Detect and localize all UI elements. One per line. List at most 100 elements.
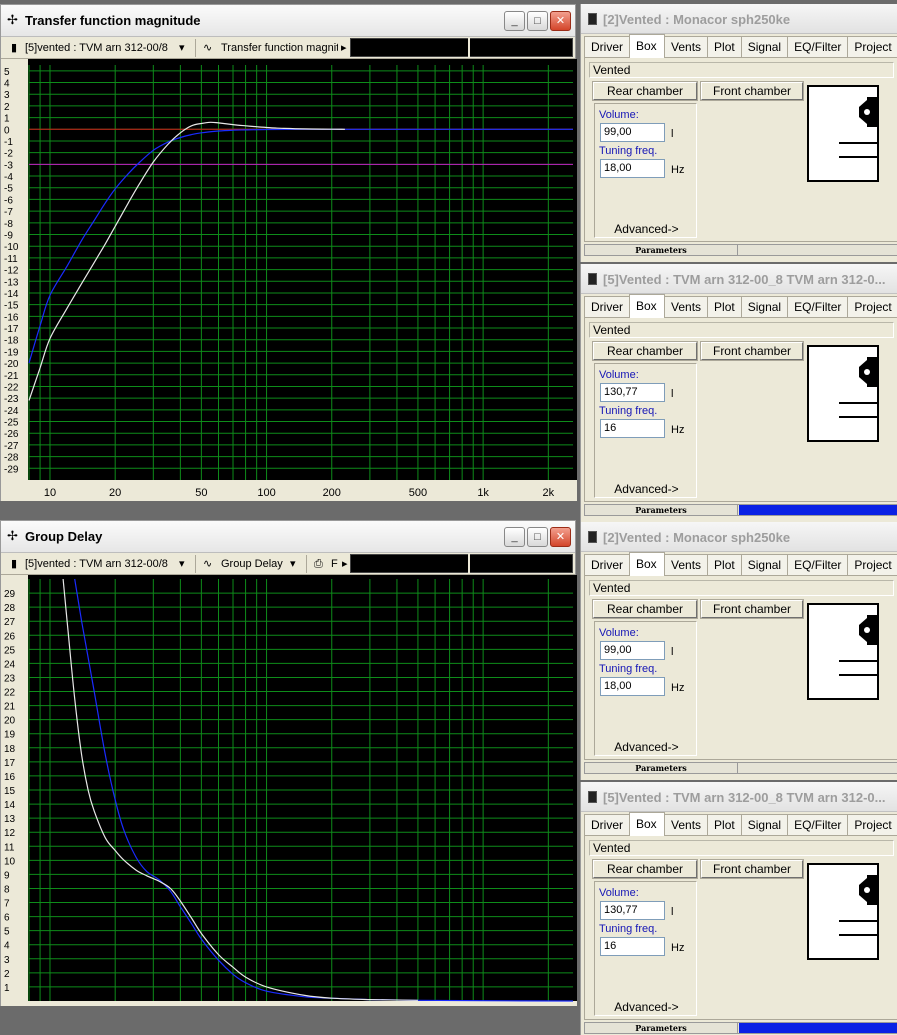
tab-vents[interactable]: Vents [664,296,709,317]
rear-chamber-button[interactable]: Rear chamber [592,859,698,879]
tab-vents[interactable]: Vents [664,36,709,57]
readout-box [350,38,573,57]
tab-plot[interactable]: Plot [707,554,742,575]
print-button[interactable]: F [331,555,338,573]
box-type-field[interactable]: Vented [589,62,894,78]
tab-box[interactable]: Box [629,812,665,836]
front-chamber-button[interactable]: Front chamber [700,341,804,361]
box-panel: [2]Vented : Monacor sph250ke Driver Box Ve… [580,522,897,780]
rear-chamber-button[interactable]: Rear chamber [592,81,698,101]
panel-titlebar[interactable]: [5]Vented : TVM arn 312-00_8 TVM arn 312… [581,782,897,812]
box-type-field[interactable]: Vented [589,580,894,596]
advanced-button[interactable]: Advanced-> [595,1000,698,1014]
parameters-progress [739,763,897,773]
parameters-bar[interactable]: Parameters [584,244,897,256]
tab-project[interactable]: Project [847,296,897,317]
parameters-bar[interactable]: Parameters [584,504,897,516]
tab-plot[interactable]: Plot [707,814,742,835]
panel-titlebar[interactable]: [5]Vented : TVM arn 312-00_8 TVM arn 312… [581,264,897,294]
rear-chamber-button[interactable]: Rear chamber [592,341,698,361]
tuning-input[interactable]: 18,00 [600,677,665,696]
advanced-button[interactable]: Advanced-> [595,482,698,496]
magnitude-plot[interactable]: 5 4 3 2 1 0 -1 -2 -3 -4 -5 -6 -7 -8 -9 -10 -11 -12 -13 -14-… [1,59,577,501]
tab-signal[interactable]: Signal [740,554,789,575]
box-type-field[interactable]: Vented [589,322,894,338]
tab-vents[interactable]: Vents [664,814,709,835]
volume-input[interactable]: 130,77 [600,901,665,920]
tab-vents[interactable]: Vents [664,554,709,575]
tab-plot[interactable]: Plot [707,296,742,317]
front-chamber-button[interactable]: Front chamber [700,859,804,879]
chart-toolbar: ▮ [5]vented : TVM arn 312-00/8 ▾ ∿ Group… [1,553,575,575]
panel-titlebar[interactable]: [2]Vented : Monacor sph250ke [581,522,897,552]
tab-driver[interactable]: Driver [584,296,630,317]
rear-chamber-button[interactable]: Rear chamber [592,599,698,619]
tab-project[interactable]: Project [847,554,897,575]
tab-driver[interactable]: Driver [584,36,630,57]
volume-input[interactable]: 99,00 [600,123,665,142]
chamber-group: Volume: 130,77 l Tuning freq. 16 Hz Adva… [594,881,697,1016]
tab-signal[interactable]: Signal [740,296,789,317]
minimize-button[interactable]: _ [504,527,525,547]
view-select[interactable]: Transfer function magnitu [221,39,338,57]
advanced-button[interactable]: Advanced-> [595,740,698,754]
y-tick-label: 5 [4,67,10,78]
parameters-bar[interactable]: Parameters [584,762,897,774]
panel-titlebar[interactable]: [2]Vented : Monacor sph250ke [581,4,897,34]
parameters-bar[interactable]: Parameters [584,1022,897,1034]
pin-icon[interactable]: ✢ [7,13,18,27]
tab-plot[interactable]: Plot [707,36,742,57]
y-tick-label: -5 [4,184,13,195]
chevron-right-icon[interactable]: ▸ [342,555,348,573]
chamber-group: Volume: 99,00 l Tuning freq. 18,00 Hz Ad… [594,103,697,238]
window-title: Transfer function magnitude [25,13,201,28]
chevron-right-icon[interactable]: ▸ [341,39,347,57]
y-tick-label: -8 [4,219,13,230]
driver-icon: ▮ [11,558,18,570]
enclosure-diagram [807,863,879,960]
y-tick-label: 3 [4,955,10,966]
tab-driver[interactable]: Driver [584,814,630,835]
front-chamber-button[interactable]: Front chamber [700,599,804,619]
chevron-down-icon[interactable]: ▾ [179,555,185,573]
view-select[interactable]: Group Delay [221,555,291,573]
volume-input[interactable]: 99,00 [600,641,665,660]
x-tick-label: 20 [109,487,121,499]
y-tick-label: 1 [4,983,10,994]
tab-box[interactable]: Box [629,552,665,576]
tab-project[interactable]: Project [847,814,897,835]
tab-eqfilter[interactable]: EQ/Filter [787,36,849,57]
tab-signal[interactable]: Signal [740,36,789,57]
tab-eqfilter[interactable]: EQ/Filter [787,814,849,835]
tuning-input[interactable]: 16 [600,419,665,438]
tab-driver[interactable]: Driver [584,554,630,575]
volume-input[interactable]: 130,77 [600,383,665,402]
chevron-down-icon[interactable]: ▾ [179,39,185,57]
pin-icon[interactable]: ✢ [7,529,18,543]
front-chamber-button[interactable]: Front chamber [700,81,804,101]
tab-signal[interactable]: Signal [740,814,789,835]
y-tick-label: -28 [4,453,19,464]
tab-box[interactable]: Box [629,34,665,58]
driver-select[interactable]: [5]vented : TVM arn 312-00/8 [25,39,185,57]
close-button[interactable]: ✕ [550,527,571,547]
maximize-button[interactable]: □ [527,527,548,547]
tuning-input[interactable]: 18,00 [600,159,665,178]
delay-titlebar[interactable]: ✢ Group Delay _ □ ✕ [1,521,575,553]
close-button[interactable]: ✕ [550,11,571,31]
advanced-button[interactable]: Advanced-> [595,222,698,236]
maximize-button[interactable]: □ [527,11,548,31]
magnitude-titlebar[interactable]: ✢ Transfer function magnitude _ □ ✕ [1,5,575,37]
tab-box[interactable]: Box [629,294,665,318]
minimize-button[interactable]: _ [504,11,525,31]
chevron-down-icon[interactable]: ▾ [290,555,296,573]
tab-eqfilter[interactable]: EQ/Filter [787,296,849,317]
tuning-input[interactable]: 16 [600,937,665,956]
volume-label: Volume: [599,887,639,899]
box-type-field[interactable]: Vented [589,840,894,856]
tab-project[interactable]: Project [847,36,897,57]
delay-plot[interactable]: 29 28 27 26 25 24 23 22 21 20 19 18 17 16 15 14 13 12 11 10… [1,575,577,1006]
printer-icon[interactable]: ⎙ [314,555,323,573]
tab-eqfilter[interactable]: EQ/Filter [787,554,849,575]
driver-select[interactable]: [5]vented : TVM arn 312-00/8 [25,555,185,573]
